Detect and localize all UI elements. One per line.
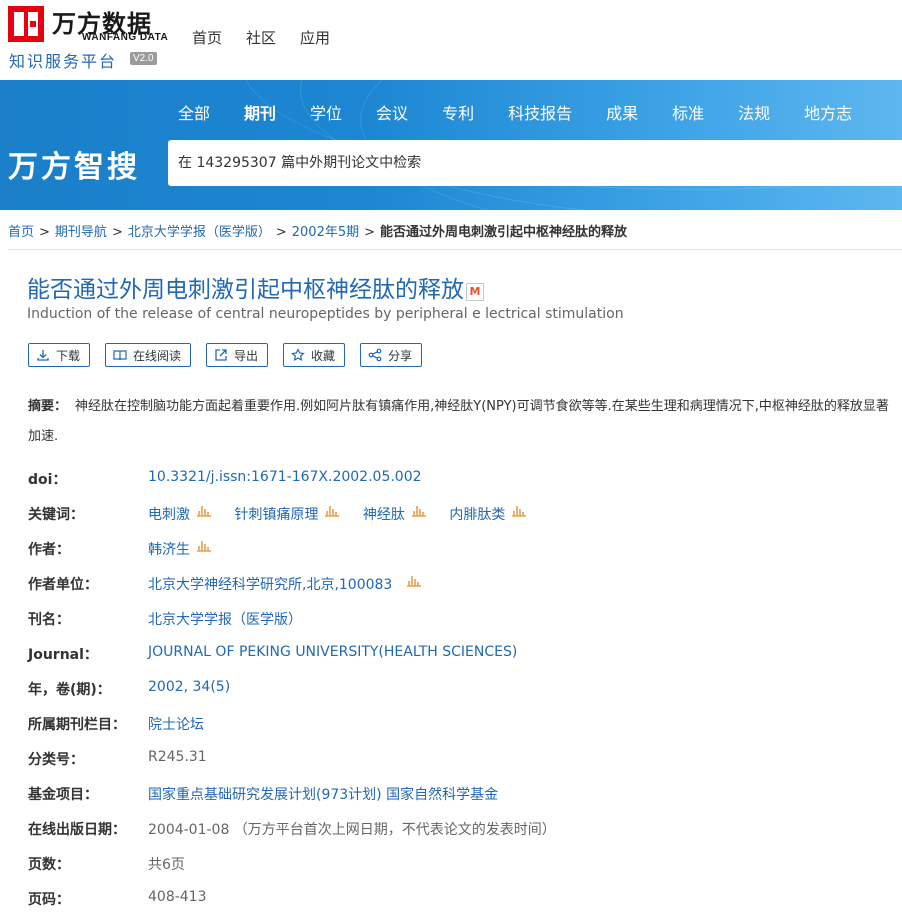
- meta-row-class-number: 分类号： R245.31: [28, 740, 898, 775]
- stats-icon[interactable]: [324, 504, 340, 517]
- fund-link[interactable]: 国家重点基础研究发展计划(973计划) 国家自然科学基金: [148, 784, 498, 804]
- brand-name-en: WANFANG DATA: [82, 32, 169, 43]
- online-date-value: 2004-01-08 （万方平台首次上网日期，不代表论文的发表时间）: [148, 822, 556, 838]
- search-banner: 全部 期刊 学位 会议 专利 科技报告 成果 标准 法规 地方志 万方智搜 在 …: [0, 80, 902, 210]
- abstract: 摘要： 神经肽在控制脑功能方面起着重要作用.例如阿片肽有镇痛作用,神经肽Y(NPY…: [28, 392, 894, 452]
- top-nav-home[interactable]: 首页: [192, 27, 222, 48]
- category-all[interactable]: 全部: [178, 100, 210, 124]
- meta-row-doi: doi： 10.3321/j.issn:1671-167X.2002.05.00…: [28, 460, 898, 495]
- author-label: 作者：: [28, 542, 70, 558]
- keywords-label: 关键词：: [28, 507, 84, 523]
- pages-value: 共6页: [148, 857, 185, 873]
- meta-row-keywords: 关键词： 电刺激 针刺镇痛原理 神经肽 内腓肽类: [28, 495, 898, 530]
- journal-cn-label: 刊名：: [28, 612, 70, 628]
- affiliation-link[interactable]: 北京大学神经科学研究所,北京,100083: [148, 577, 392, 593]
- breadcrumb-home[interactable]: 首页: [8, 225, 34, 240]
- meta-row-author: 作者： 韩济生: [28, 530, 898, 565]
- category-nav: 全部 期刊 学位 会议 专利 科技报告 成果 标准 法规 地方志: [178, 100, 886, 124]
- journal-en-label: Journal：: [28, 647, 98, 663]
- article-title: 能否通过外周电刺激引起中枢神经肽的释放 M: [27, 270, 484, 304]
- journal-en-link[interactable]: JOURNAL OF PEKING UNIVERSITY(HEALTH SCIE…: [148, 644, 517, 660]
- mendeley-icon[interactable]: M: [466, 283, 484, 301]
- read-online-button[interactable]: 在线阅读: [105, 343, 192, 367]
- meta-row-affiliation: 作者单位： 北京大学神经科学研究所,北京,100083: [28, 565, 898, 600]
- download-icon: [37, 350, 49, 361]
- page-range-label: 页码：: [28, 892, 70, 908]
- search-input[interactable]: 在 143295307 篇中外期刊论文中检索: [168, 140, 902, 186]
- category-degree[interactable]: 学位: [310, 100, 342, 124]
- article-metadata: doi： 10.3321/j.issn:1671-167X.2002.05.00…: [28, 460, 898, 915]
- class-number-label: 分类号：: [28, 752, 84, 768]
- doi-label: doi：: [28, 472, 67, 488]
- journal-cn-link[interactable]: 北京大学学报（医学版）: [148, 609, 302, 629]
- stats-icon[interactable]: [196, 504, 212, 517]
- meta-row-journal-cn: 刊名： 北京大学学报（医学版）: [28, 600, 898, 635]
- divider: [8, 249, 902, 250]
- category-local-chronicle[interactable]: 地方志: [804, 100, 852, 124]
- meta-row-journal-en: Journal： JOURNAL OF PEKING UNIVERSITY(HE…: [28, 635, 898, 670]
- breadcrumb-current: 能否通过外周电刺激引起中枢神经肽的释放: [380, 225, 628, 240]
- meta-row-column: 所属期刊栏目： 院士论坛: [28, 705, 898, 740]
- meta-row-online-date: 在线出版日期： 2004-01-08 （万方平台首次上网日期，不代表论文的发表时…: [28, 810, 898, 845]
- category-law[interactable]: 法规: [738, 100, 770, 124]
- pages-label: 页数：: [28, 857, 70, 873]
- abstract-text: 神经肽在控制脑功能方面起着重要作用.例如阿片肽有镇痛作用,神经肽Y(NPY)可调…: [28, 399, 889, 444]
- top-nav-community[interactable]: 社区: [246, 27, 276, 48]
- export-button[interactable]: 导出: [206, 343, 269, 367]
- version-badge: V2.0: [130, 52, 157, 65]
- meta-row-year-volume: 年，卷(期)： 2002, 34(5): [28, 670, 898, 705]
- doi-link[interactable]: 10.3321/j.issn:1671-167X.2002.05.002: [148, 469, 422, 485]
- keyword-link[interactable]: 神经肽: [363, 507, 405, 523]
- stats-icon[interactable]: [411, 504, 427, 517]
- fund-label: 基金项目：: [28, 787, 98, 803]
- export-icon: [215, 349, 227, 361]
- share-button[interactable]: 分享: [360, 343, 423, 367]
- book-icon: [113, 350, 127, 361]
- category-tech-report[interactable]: 科技报告: [508, 100, 572, 124]
- search-brand-label: 万方智搜: [8, 150, 140, 185]
- category-standard[interactable]: 标准: [672, 100, 704, 124]
- keyword-link[interactable]: 电刺激: [148, 507, 190, 523]
- breadcrumb-issue[interactable]: 2002年5期: [292, 225, 359, 240]
- article-toolbar: 下载 在线阅读 导出 收藏 分享: [28, 343, 437, 367]
- article-title-en: Induction of the release of central neur…: [27, 306, 624, 322]
- platform-name: 知识服务平台: [9, 52, 118, 71]
- share-icon: [368, 348, 382, 362]
- meta-row-fund: 基金项目： 国家重点基础研究发展计划(973计划) 国家自然科学基金: [28, 775, 898, 810]
- category-patent[interactable]: 专利: [442, 100, 474, 124]
- meta-row-page-range: 页码： 408-413: [28, 880, 898, 915]
- category-achievement[interactable]: 成果: [606, 100, 638, 124]
- author-link[interactable]: 韩济生: [148, 542, 190, 558]
- stats-icon[interactable]: [196, 539, 212, 552]
- stats-icon[interactable]: [511, 504, 527, 517]
- column-link[interactable]: 院士论坛: [148, 714, 204, 734]
- category-conference[interactable]: 会议: [376, 100, 408, 124]
- breadcrumb-journal[interactable]: 北京大学学报（医学版）: [128, 225, 271, 240]
- article-title-text: 能否通过外周电刺激引起中枢神经肽的释放: [27, 277, 464, 303]
- category-journal[interactable]: 期刊: [244, 100, 276, 124]
- top-nav: 首页 社区 应用: [192, 27, 330, 48]
- favorite-button[interactable]: 收藏: [283, 343, 346, 367]
- breadcrumb: 首页 > 期刊导航 > 北京大学学报（医学版） >2002年5期 > 能否通过外周电刺激引起中…: [8, 225, 628, 240]
- year-volume-label: 年，卷(期)：: [28, 682, 111, 698]
- affiliation-label: 作者单位：: [28, 577, 98, 593]
- star-icon: [291, 348, 305, 362]
- top-nav-apps[interactable]: 应用: [300, 27, 330, 48]
- keywords-list: 电刺激 针刺镇痛原理 神经肽 内腓肽类: [148, 504, 545, 524]
- year-volume-link[interactable]: 2002, 34(5): [148, 679, 230, 695]
- top-header: 万方数据 WANFANG DATA 知识服务平台 V2.0 首页 社区 应用: [0, 0, 902, 80]
- meta-row-pages: 页数： 共6页: [28, 845, 898, 880]
- wanfang-logo-icon[interactable]: [8, 6, 44, 42]
- keyword-link[interactable]: 针刺镇痛原理: [234, 507, 318, 523]
- keyword-link[interactable]: 内腓肽类: [449, 507, 505, 523]
- online-date-label: 在线出版日期：: [28, 822, 126, 838]
- breadcrumb-journal-nav[interactable]: 期刊导航: [55, 225, 107, 240]
- class-number-value: R245.31: [148, 749, 207, 765]
- column-label: 所属期刊栏目：: [28, 717, 126, 733]
- download-button[interactable]: 下载: [28, 343, 91, 367]
- stats-icon[interactable]: [406, 574, 422, 587]
- page-range-value: 408-413: [148, 889, 207, 905]
- abstract-label: 摘要：: [28, 399, 68, 414]
